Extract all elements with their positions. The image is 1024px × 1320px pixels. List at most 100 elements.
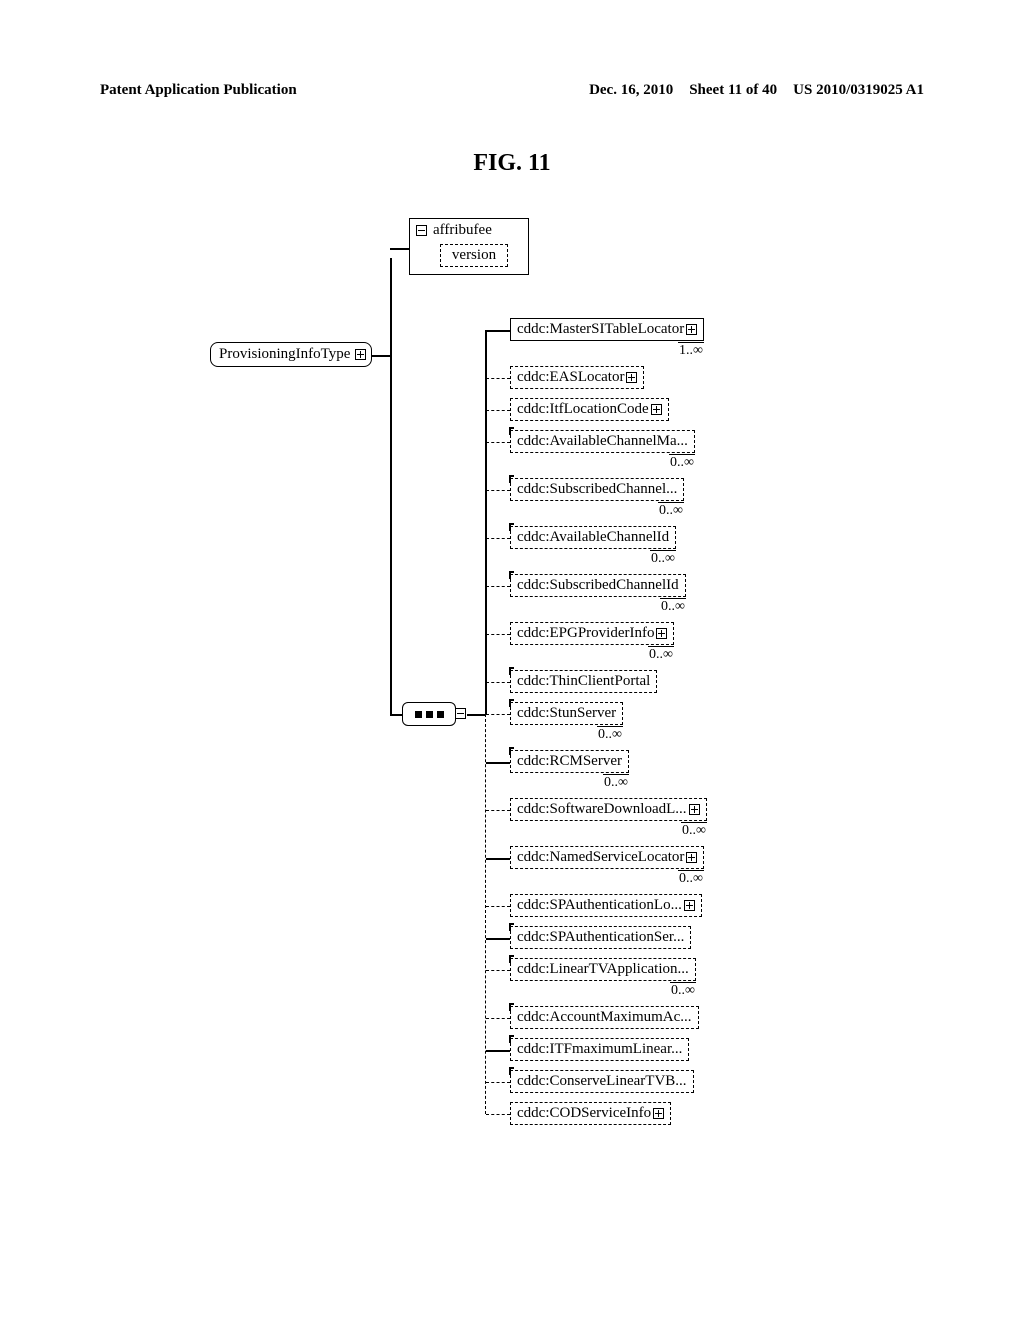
connector-line	[485, 330, 487, 714]
expand-icon	[626, 372, 637, 383]
schema-element-node: cddc:SPAuthenticationLo...	[510, 894, 702, 917]
connector-line	[486, 490, 510, 492]
cardinality-label: 0..∞	[650, 550, 676, 567]
schema-element-label: cddc:EASLocator	[517, 369, 624, 385]
schema-element-label: cddc:EPGProviderInfo	[517, 625, 654, 641]
schema-element-node: cddc:StunServer	[510, 702, 623, 725]
schema-element-node: cddc:EPGProviderInfo	[510, 622, 674, 645]
collapse-icon	[455, 708, 466, 719]
schema-element-node: cddc:RCMServer	[510, 750, 629, 773]
schema-element-label: cddc:ConserveLinearTVB...	[517, 1073, 687, 1089]
sequence-block	[402, 702, 456, 726]
schema-element-node: cddc:AccountMaximumAc...	[510, 1006, 699, 1029]
connector-line	[486, 1114, 510, 1116]
expand-icon	[355, 349, 366, 360]
connector-line	[371, 355, 391, 357]
schema-element-label: cddc:SPAuthenticationSer...	[517, 929, 684, 945]
attribute-header-label: affribufee	[433, 222, 492, 239]
header-sheet: Sheet 11 of 40	[689, 82, 777, 99]
schema-element-label: cddc:SoftwareDownloadL...	[517, 801, 687, 817]
corner-mark-icon	[509, 1035, 516, 1044]
corner-mark-icon	[509, 1067, 516, 1076]
connector-line	[486, 858, 510, 860]
schema-element-node: cddc:NamedServiceLocator	[510, 846, 704, 869]
header-left: Patent Application Publication	[100, 82, 297, 99]
connector-line	[486, 1082, 510, 1084]
cardinality-label: 0..∞	[681, 822, 707, 839]
collapse-icon	[416, 225, 427, 236]
connector-line	[390, 248, 409, 250]
connector-line	[390, 258, 392, 714]
schema-element-node: cddc:ItfLocationCode	[510, 398, 669, 421]
cardinality-label: 0..∞	[669, 454, 695, 471]
corner-mark-icon	[509, 667, 516, 676]
connector-line	[486, 378, 510, 380]
schema-element-label: cddc:RCMServer	[517, 753, 622, 769]
connector-line	[486, 442, 510, 444]
connector-line	[486, 634, 510, 636]
figure-title: FIG. 11	[473, 150, 550, 177]
expand-icon	[653, 1108, 664, 1119]
header-pubnum: US 2010/0319025 A1	[793, 82, 924, 99]
corner-mark-icon	[509, 571, 516, 580]
cardinality-label: 0..∞	[678, 870, 704, 887]
connector-line	[486, 586, 510, 588]
schema-element-label: cddc:AccountMaximumAc...	[517, 1009, 692, 1025]
schema-element-node: cddc:AvailableChannelId	[510, 526, 676, 549]
schema-element-node: cddc:MasterSITableLocator	[510, 318, 704, 341]
schema-element-node: cddc:SPAuthenticationSer...	[510, 926, 691, 949]
schema-element-label: cddc:SubscribedChannel...	[517, 481, 677, 497]
corner-mark-icon	[509, 523, 516, 532]
schema-element-node: cddc:EASLocator	[510, 366, 644, 389]
schema-element-label: cddc:ITFmaximumLinear...	[517, 1041, 682, 1057]
schema-element-node: cddc:AvailableChannelMa...	[510, 430, 695, 453]
cardinality-label: 0..∞	[658, 502, 684, 519]
attribute-header: affribufee	[410, 219, 528, 242]
connector-line	[486, 410, 510, 412]
header-right: Dec. 16, 2010 Sheet 11 of 40 US 2010/031…	[589, 82, 924, 99]
connector-line	[390, 714, 402, 716]
sequence-dots-icon	[415, 711, 444, 718]
connector-line	[486, 762, 510, 764]
expand-icon	[656, 628, 667, 639]
schema-element-label: cddc:StunServer	[517, 705, 616, 721]
schema-element-label: cddc:SubscribedChannelId	[517, 577, 679, 593]
connector-line	[486, 810, 510, 812]
connector-line	[486, 714, 510, 716]
schema-element-node: cddc:LinearTVApplication...	[510, 958, 696, 981]
schema-element-label: cddc:LinearTVApplication...	[517, 961, 689, 977]
schema-element-node: cddc:ConserveLinearTVB...	[510, 1070, 694, 1093]
corner-mark-icon	[509, 699, 516, 708]
cardinality-label: 1..∞	[678, 342, 704, 359]
schema-element-node: cddc:ITFmaximumLinear...	[510, 1038, 689, 1061]
schema-element-label: cddc:ThinClientPortal	[517, 673, 650, 689]
connector-line	[467, 714, 485, 716]
expand-icon	[651, 404, 662, 415]
connector-line	[486, 938, 510, 940]
schema-element-label: cddc:ItfLocationCode	[517, 401, 649, 417]
connector-line	[486, 906, 510, 908]
connector-line	[486, 1018, 510, 1020]
schema-element-node: cddc:SubscribedChannel...	[510, 478, 684, 501]
attribute-version: version	[440, 244, 508, 267]
corner-mark-icon	[509, 427, 516, 436]
corner-mark-icon	[509, 747, 516, 756]
cardinality-label: 0..∞	[648, 646, 674, 663]
expand-icon	[686, 324, 697, 335]
cardinality-label: 0..∞	[603, 774, 629, 791]
corner-mark-icon	[509, 923, 516, 932]
schema-element-node: cddc:SubscribedChannelId	[510, 574, 686, 597]
schema-element-node: cddc:ThinClientPortal	[510, 670, 657, 693]
header: Patent Application Publication Dec. 16, …	[0, 82, 1024, 99]
schema-element-node: cddc:CODServiceInfo	[510, 1102, 671, 1125]
cardinality-label: 0..∞	[670, 982, 696, 999]
root-node: ProvisioningInfoType	[210, 342, 372, 367]
expand-icon	[686, 852, 697, 863]
connector-line	[486, 538, 510, 540]
attribute-box: affribufee version	[409, 218, 529, 275]
cardinality-label: 0..∞	[660, 598, 686, 615]
connector-line	[486, 682, 510, 684]
schema-element-label: cddc:AvailableChannelId	[517, 529, 669, 545]
corner-mark-icon	[509, 1003, 516, 1012]
cardinality-label: 0..∞	[597, 726, 623, 743]
